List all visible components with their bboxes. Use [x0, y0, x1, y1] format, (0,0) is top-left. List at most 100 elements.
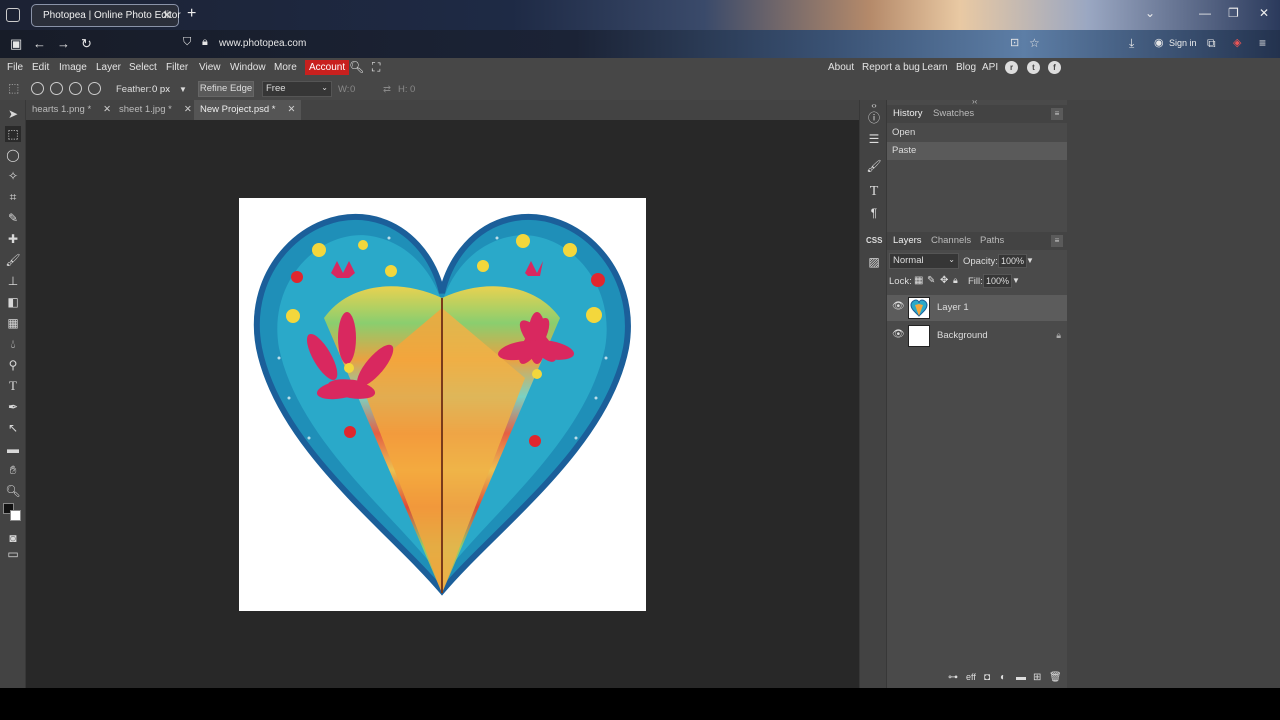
selection-intersect-icon[interactable] [88, 82, 101, 95]
fullscreen-icon[interactable]: ⛶ [372, 60, 380, 75]
tab-channels[interactable]: Channels [931, 235, 971, 246]
background-color-swatch[interactable] [10, 510, 21, 521]
maximize-window-icon[interactable]: ❐ [1228, 6, 1239, 20]
adjustment-layer-icon[interactable]: ◐ [1000, 672, 1006, 683]
twitter-icon[interactable]: t [1027, 61, 1040, 74]
sign-in-link[interactable]: Sign in [1169, 38, 1197, 48]
tab-paths[interactable]: Paths [980, 235, 1004, 246]
tab-swatches[interactable]: Swatches [933, 108, 974, 119]
close-doc-icon[interactable]: ✕ [184, 104, 192, 115]
brush-settings-icon[interactable]: 🖌︎ [866, 158, 882, 174]
search-icon[interactable]: 🔍︎ [349, 60, 364, 74]
menu-report-bug[interactable]: Report a bug [862, 62, 920, 73]
tab-layers[interactable]: Layers [893, 235, 922, 246]
layer-effects-icon[interactable]: eff [966, 672, 976, 682]
menu-learn[interactable]: Learn [922, 62, 948, 73]
height-input[interactable]: 0 [410, 84, 415, 95]
menu-more[interactable]: More [274, 62, 297, 73]
feather-input[interactable]: 0 px [152, 84, 170, 95]
fill-input[interactable]: 100% [983, 274, 1013, 288]
width-input[interactable]: 0 [350, 84, 355, 95]
new-layer-icon[interactable]: ⊞ [1033, 672, 1041, 683]
lock-all-icon[interactable]: 🔒︎ [953, 275, 958, 286]
menu-blog[interactable]: Blog [956, 62, 976, 73]
history-panel-menu-icon[interactable]: ≡ [1051, 108, 1063, 120]
selection-new-icon[interactable] [31, 82, 44, 95]
dodge-tool-icon[interactable]: ⚲ [5, 357, 21, 373]
document-canvas[interactable] [239, 198, 646, 611]
menu-file[interactable]: File [7, 62, 23, 73]
app-menu-icon[interactable]: ≡ [1259, 36, 1266, 50]
paragraph-icon[interactable]: ¶ [866, 205, 882, 221]
tab-list-chevron-icon[interactable]: ⌄ [1145, 6, 1155, 20]
feather-dropdown-icon[interactable]: ▼ [179, 85, 187, 94]
reader-view-icon[interactable]: ⊡ [1010, 36, 1019, 49]
forward-icon[interactable]: → [57, 36, 70, 51]
close-tab-icon[interactable]: ✕ [162, 8, 172, 22]
marquee-preset-icon[interactable]: ⬚ [8, 81, 19, 95]
delete-layer-icon[interactable]: 🗑︎ [1049, 672, 1062, 683]
menu-image[interactable]: Image [59, 62, 87, 73]
bookmark-star-icon[interactable]: ☆ [1029, 36, 1040, 50]
reload-icon[interactable]: ↻ [81, 36, 92, 52]
menu-select[interactable]: Select [129, 62, 157, 73]
extension-badge-icon[interactable]: ◈ [1233, 36, 1241, 49]
facebook-icon[interactable]: f [1048, 61, 1061, 74]
visibility-eye-icon[interactable]: 👁︎ [892, 301, 905, 312]
new-folder-icon[interactable]: ▬ [1016, 672, 1026, 683]
back-icon[interactable]: ← [33, 36, 46, 51]
layer-row-layer1[interactable]: 👁︎ Layer 1 [887, 295, 1067, 321]
new-tab-icon[interactable]: + [187, 5, 196, 23]
css-icon[interactable]: CSS [866, 233, 882, 249]
magic-wand-tool-icon[interactable]: ✧ [5, 168, 21, 184]
healing-tool-icon[interactable]: ✚ [5, 231, 21, 247]
tab-history[interactable]: History [893, 108, 923, 119]
zoom-tool-icon[interactable]: 🔍︎ [5, 483, 21, 499]
close-window-icon[interactable]: ✕ [1259, 6, 1269, 20]
extensions-icon[interactable]: ⧉ [1207, 36, 1216, 51]
selection-subtract-icon[interactable] [69, 82, 82, 95]
menu-filter[interactable]: Filter [166, 62, 188, 73]
blend-mode-select[interactable]: Normal ⌄ [889, 253, 959, 269]
layer-row-background[interactable]: 👁︎ Background 🔒︎ [887, 323, 1067, 349]
history-item-open[interactable]: Open [887, 124, 1067, 142]
blur-tool-icon[interactable]: 💧︎ [5, 336, 21, 352]
browser-tab-photopea[interactable]: Photopea | Online Photo Editor ✕ [31, 4, 181, 27]
lock-icon[interactable]: 🔒︎ [202, 36, 208, 49]
hand-tool-icon[interactable]: ✋︎ [5, 462, 21, 478]
rect-select-tool-icon[interactable]: ⬚ [5, 126, 21, 142]
lasso-tool-icon[interactable]: ◯ [5, 147, 21, 163]
menu-edit[interactable]: Edit [32, 62, 49, 73]
menu-view[interactable]: View [199, 62, 221, 73]
info-icon[interactable]: ⓘ [866, 110, 882, 126]
swap-dimensions-icon[interactable]: ⇄ [383, 84, 391, 95]
lock-position-icon[interactable]: ✥ [940, 275, 948, 286]
eyedropper-tool-icon[interactable]: ✎ [5, 210, 21, 226]
visibility-eye-icon[interactable]: 👁︎ [892, 329, 905, 340]
layers-panel-menu-icon[interactable]: ≡ [1051, 235, 1063, 247]
menu-layer[interactable]: Layer [96, 62, 121, 73]
quick-mask-icon[interactable]: ◙ [5, 530, 21, 546]
downloads-icon[interactable]: ⤓ [1129, 36, 1134, 51]
add-mask-icon[interactable]: ◘ [984, 672, 990, 683]
reddit-icon[interactable]: r [1005, 61, 1018, 74]
url-bar[interactable]: www.photopea.com [219, 38, 306, 49]
doc-tab-sheet[interactable]: sheet 1.jpg * ✕ [113, 100, 198, 120]
lock-image-icon[interactable]: ✎ [927, 275, 935, 286]
move-tool-icon[interactable]: ➤ [5, 106, 21, 122]
opacity-dropdown-icon[interactable]: ▼ [1026, 256, 1034, 265]
menu-window[interactable]: Window [230, 62, 266, 73]
gradient-tool-icon[interactable]: ▦ [5, 315, 21, 331]
shape-tool-icon[interactable]: ▬ [5, 441, 21, 457]
close-doc-icon[interactable]: ✕ [103, 104, 111, 115]
brush-tool-icon[interactable]: 🖌︎ [5, 252, 21, 268]
refine-edge-button[interactable]: Refine Edge [198, 81, 254, 97]
history-item-paste[interactable]: Paste [887, 142, 1067, 160]
link-layers-icon[interactable]: ⊶ [948, 672, 958, 683]
doc-tab-new-project[interactable]: New Project.psd * ✕ [194, 100, 302, 120]
lock-transparency-icon[interactable]: ▦ [914, 275, 923, 286]
character-icon[interactable]: T [866, 184, 882, 200]
type-tool-icon[interactable]: T [5, 378, 21, 394]
account-icon[interactable]: ◉ [1154, 36, 1164, 49]
sidebar-toggle-icon[interactable]: ▣ [10, 36, 22, 52]
